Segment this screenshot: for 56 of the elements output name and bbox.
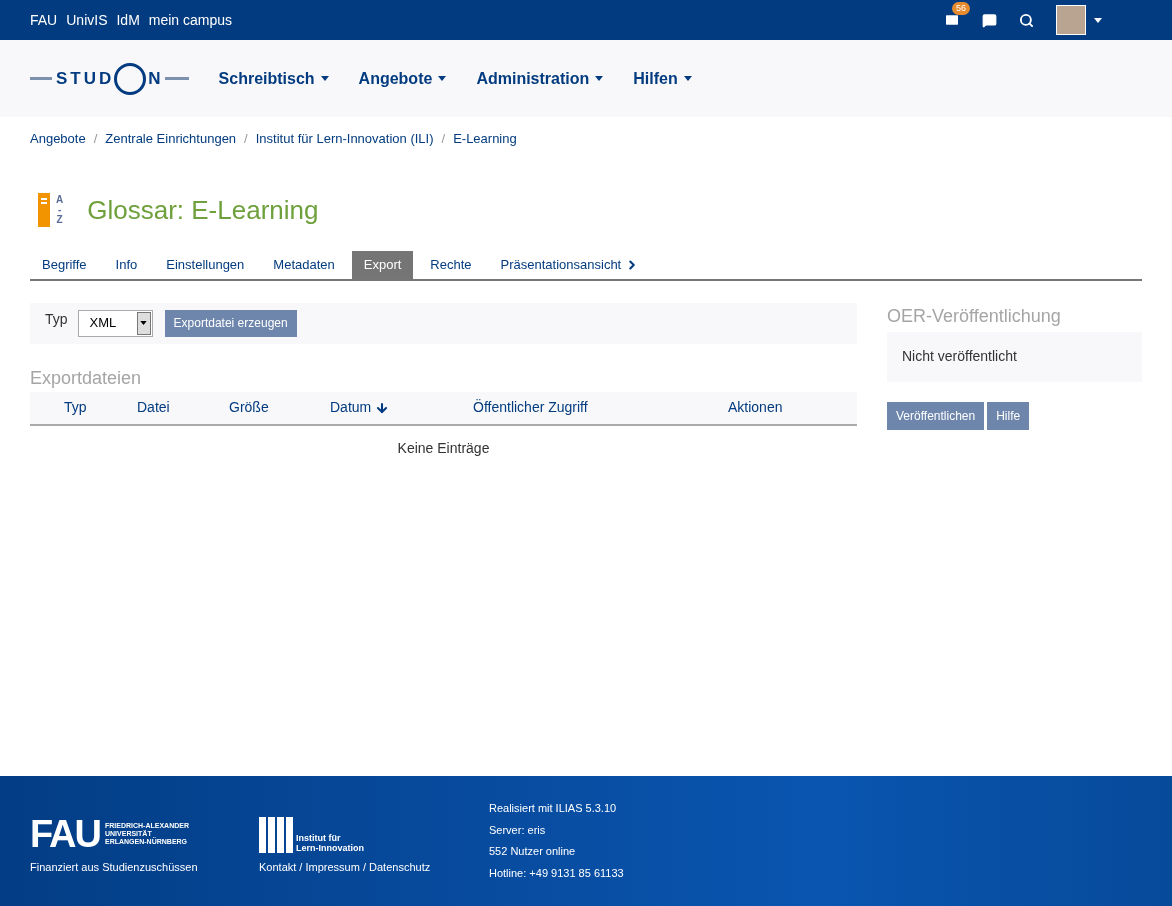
breadcrumb-separator: /: [244, 130, 248, 148]
status-text: Nicht veröffentlicht: [902, 347, 1017, 366]
breadcrumb-separator: /: [441, 130, 446, 148]
action-button[interactable]: Hilfe: [987, 401, 1030, 430]
section-title: OER-Veröffentlichung: [887, 304, 1062, 328]
ili-logo[interactable]: Institut für Lern-Innovation: [259, 815, 489, 853]
top-link[interactable]: FAU: [30, 9, 58, 31]
nav-menu[interactable]: Hilfen: [633, 66, 692, 91]
funding-text: Finanziert aus Studienzuschüssen: [30, 860, 199, 875]
notification-badge: 56: [952, 2, 970, 15]
top-link[interactable]: IdM: [116, 9, 140, 31]
tab[interactable]: Info: [103, 250, 150, 279]
empty-message: Keine Einträge: [396, 438, 491, 458]
footer-info: Server: eris: [489, 822, 547, 838]
nav-menu[interactable]: Administration: [476, 66, 604, 91]
nav-menu[interactable]: Schreibtisch: [218, 66, 329, 91]
breadcrumb-separator: /: [93, 130, 98, 148]
type-label: Typ: [45, 309, 68, 329]
tab[interactable]: Metadaten: [261, 250, 347, 279]
tab[interactable]: Begriffe: [30, 250, 99, 279]
tab[interactable]: Einstellungen: [154, 250, 257, 279]
nav-menu[interactable]: Angebote: [358, 66, 447, 91]
breadcrumb-link[interactable]: E-Learning: [453, 129, 517, 149]
top-link[interactable]: mein campus: [148, 9, 233, 31]
footer-info: 552 Nutzer online: [489, 844, 577, 859]
breadcrumb-link[interactable]: Angebote: [30, 129, 86, 149]
create-export-button[interactable]: Exportdatei erzeugen: [164, 309, 297, 337]
column-header[interactable]: Aktionen: [728, 397, 783, 418]
caret-icon: [683, 76, 692, 81]
tab[interactable]: Export: [351, 250, 414, 279]
studon-logo[interactable]: STUD N: [30, 62, 189, 95]
caret-icon: [438, 76, 447, 81]
caret-icon[interactable]: [1094, 17, 1102, 23]
footer-info: Hotline: +49 9131 85 61133: [489, 865, 624, 881]
footer-info: Realisiert mit ILIAS 5.3.10: [489, 801, 618, 816]
caret-icon: [140, 321, 148, 325]
top-link[interactable]: UnivIS: [66, 9, 108, 31]
page-title: Glossar: E-Learning: [87, 193, 319, 227]
column-header[interactable]: Typ: [64, 397, 87, 418]
breadcrumb-link[interactable]: Zentrale Einrichtungen: [105, 129, 237, 149]
mail-icon[interactable]: [944, 12, 960, 28]
column-header[interactable]: Größe: [229, 397, 269, 418]
footer-links[interactable]: Kontakt / Impressum / Datenschutz: [259, 859, 489, 876]
action-button[interactable]: Veröffentlichen: [887, 401, 985, 430]
search-icon[interactable]: [1019, 12, 1034, 28]
breadcrumb-link[interactable]: Institut für Lern-Innovation (ILI): [255, 129, 434, 149]
caret-icon: [320, 76, 329, 81]
section-title: Exportdateien: [30, 366, 143, 390]
chat-icon[interactable]: [982, 12, 997, 28]
caret-icon: [595, 76, 604, 81]
column-header[interactable]: Öffentlicher Zugriff: [473, 397, 588, 418]
tab[interactable]: Präsentationsansicht: [488, 250, 652, 279]
type-select[interactable]: XML: [77, 309, 153, 337]
column-header[interactable]: Datum: [330, 397, 390, 418]
tab[interactable]: Rechte: [418, 250, 484, 279]
column-header[interactable]: Datei: [137, 397, 170, 418]
